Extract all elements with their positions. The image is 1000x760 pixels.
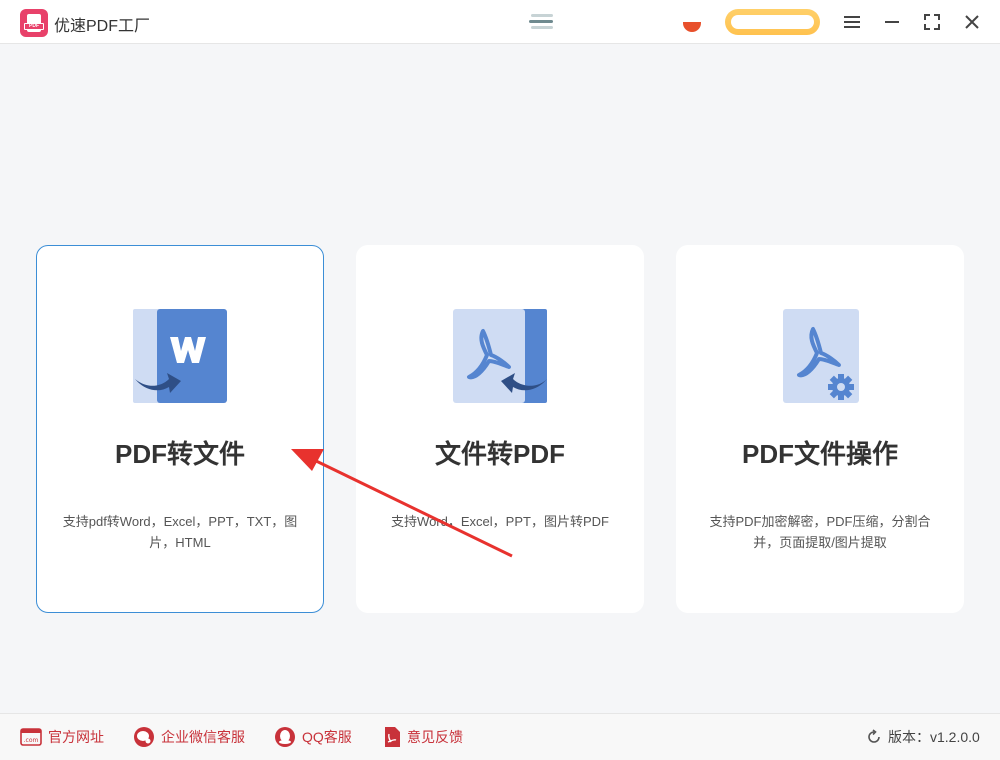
menu-button[interactable] xyxy=(840,10,864,34)
pdf-settings-icon xyxy=(783,309,859,403)
center-badge-icon xyxy=(527,12,555,32)
app-title: 优速PDF工厂 xyxy=(54,18,151,35)
fullscreen-icon xyxy=(924,14,940,30)
refresh-icon xyxy=(868,729,880,743)
card-title: PDF文件操作 xyxy=(741,439,898,469)
maximize-button[interactable] xyxy=(920,10,944,34)
footer-link-website[interactable]: .com 官方网址 xyxy=(20,725,104,749)
pdf-to-word-icon xyxy=(133,309,227,403)
card-title: PDF转文件 xyxy=(114,439,245,469)
footer-bar: .com 官方网址 企业微信客服 QQ客服 意见反馈 版本：v1.2.0.0 xyxy=(0,713,1000,760)
website-icon: .com xyxy=(20,728,42,746)
footer-link-label: 官方网址 xyxy=(48,729,104,745)
card-title: 文件转PDF xyxy=(434,439,565,469)
qq-icon xyxy=(275,727,295,747)
footer-link-label: QQ客服 xyxy=(302,729,352,745)
hamburger-menu-icon xyxy=(844,16,860,28)
card-description: 支持PDF加密解密，PDF压缩，分割合并，页面提取/图片提取 xyxy=(709,514,931,550)
close-icon xyxy=(965,15,979,29)
footer-link-wechat-work[interactable]: 企业微信客服 xyxy=(133,725,245,749)
footer-link-qq[interactable]: QQ客服 xyxy=(274,725,352,749)
card-pdf-operations[interactable]: PDF文件操作 支持PDF加密解密，PDF压缩，分割合并，页面提取/图片提取 xyxy=(676,245,964,613)
version-label: 版本：v1.2.0.0 xyxy=(888,729,980,745)
svg-text:.com: .com xyxy=(24,737,39,744)
card-file-to-pdf[interactable]: 文件转PDF 支持Word，Excel，PPT，图片转PDF xyxy=(356,245,644,613)
minimize-icon xyxy=(885,21,899,23)
notification-dot-icon[interactable] xyxy=(683,22,701,32)
card-description: 支持Word，Excel，PPT，图片转PDF xyxy=(391,514,609,529)
footer-link-label: 意见反馈 xyxy=(407,729,463,745)
minimize-button[interactable] xyxy=(880,10,904,34)
card-pdf-to-file[interactable]: PDF转文件 支持pdf转Word，Excel，PPT，TXT，图片，HTML xyxy=(36,245,324,613)
wechat-work-icon xyxy=(134,727,154,747)
file-to-pdf-icon xyxy=(453,309,547,403)
feedback-icon xyxy=(385,727,400,747)
version-info: 版本：v1.2.0.0 xyxy=(866,725,980,749)
app-logo: PDF xyxy=(20,9,48,37)
title-bar: PDF 优速PDF工厂 xyxy=(0,0,1000,44)
refresh-button[interactable] xyxy=(866,729,882,745)
footer-link-label: 企业微信客服 xyxy=(161,729,245,745)
footer-link-feedback[interactable]: 意见反馈 xyxy=(383,725,463,749)
app-logo-text: PDF xyxy=(24,23,44,30)
close-button[interactable] xyxy=(960,10,984,34)
card-description: 支持pdf转Word，Excel，PPT，TXT，图片，HTML xyxy=(62,514,298,550)
promo-button[interactable] xyxy=(725,9,820,35)
